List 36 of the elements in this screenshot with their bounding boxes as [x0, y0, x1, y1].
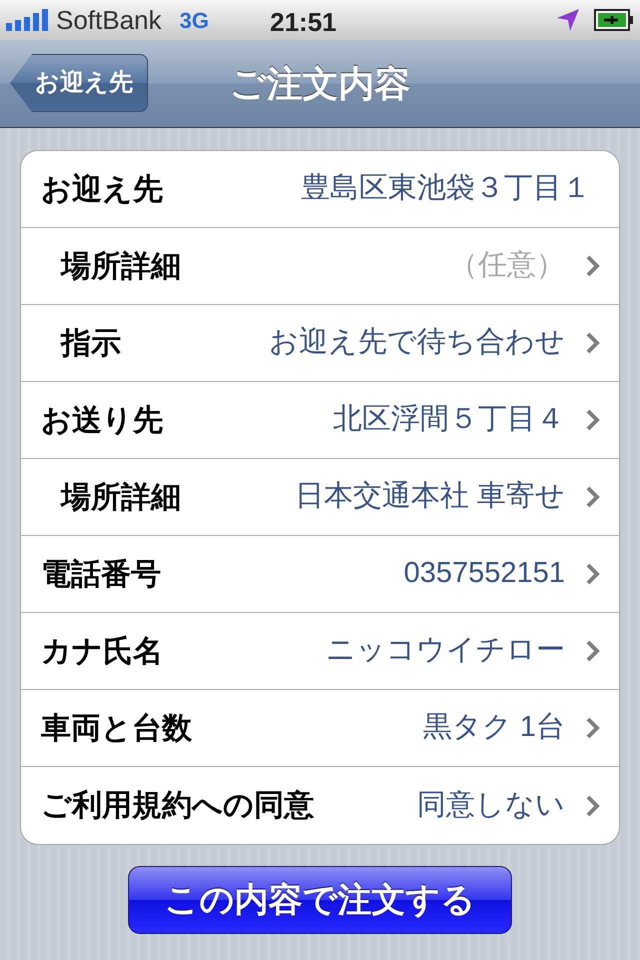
- location-arrow-icon: [556, 8, 580, 32]
- table-row[interactable]: 場所詳細 （任意）: [21, 228, 619, 305]
- carrier-name: SoftBank: [56, 4, 162, 36]
- row-value: 豊島区東池袋３丁目１: [301, 171, 591, 206]
- row-label: カナ氏名: [41, 634, 163, 670]
- row-value: お迎え先で待ち合わせ: [269, 325, 565, 360]
- table-row[interactable]: 電話番号 0357552151: [21, 536, 619, 613]
- back-button[interactable]: お迎え先: [10, 54, 148, 112]
- table-row[interactable]: 指示 お迎え先で待ち合わせ: [21, 305, 619, 382]
- battery-icon: [594, 8, 634, 32]
- clock: 21:51: [270, 6, 336, 39]
- row-label: 場所詳細: [59, 480, 181, 516]
- table-row[interactable]: ご利用規約への同意 同意しない: [21, 767, 619, 844]
- row-label: 指示: [59, 326, 121, 362]
- table-row[interactable]: 車両と台数 黒タク 1台: [21, 690, 619, 767]
- table-row[interactable]: お送り先 北区浮間５丁目４: [21, 382, 619, 459]
- row-label: 電話番号: [41, 556, 161, 592]
- row-value: 0357552151: [404, 556, 565, 592]
- table-row[interactable]: 場所詳細 日本交通本社 車寄せ: [21, 459, 619, 536]
- order-button[interactable]: この内容で注文する: [128, 866, 512, 934]
- signal-icon: [6, 9, 50, 31]
- row-label: ご利用規約への同意: [41, 788, 314, 824]
- row-label: 車両と台数: [41, 710, 192, 746]
- network-type: 3G: [180, 6, 209, 34]
- table-row[interactable]: お迎え先 豊島区東池袋３丁目１: [21, 151, 619, 228]
- row-value: ニッコウイチロー: [326, 633, 565, 668]
- row-label: お迎え先: [41, 172, 163, 208]
- row-value: 黒タク 1台: [422, 710, 565, 746]
- row-value: 北区浮間５丁目４: [333, 402, 565, 438]
- row-value: （任意）: [449, 248, 565, 284]
- row-label: お送り先: [41, 402, 163, 438]
- row-value: 同意しない: [417, 788, 565, 823]
- table-row[interactable]: カナ氏名 ニッコウイチロー: [21, 613, 619, 690]
- row-value: 日本交通本社 車寄せ: [294, 479, 565, 514]
- screen-title: ご注文内容: [230, 62, 410, 106]
- row-label: 場所詳細: [59, 248, 181, 284]
